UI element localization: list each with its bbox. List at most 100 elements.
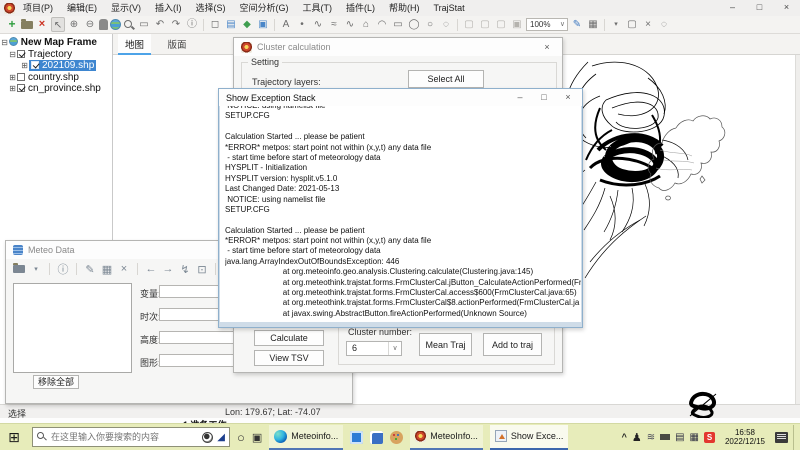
search-input[interactable] [51,432,198,442]
dataset-listbox[interactable] [13,283,132,373]
expand-icon[interactable]: ⊞ [8,72,17,84]
select-feature-icon[interactable]: ◻ [208,17,222,32]
layer-checkbox-checked[interactable] [17,84,25,92]
grid-data-icon[interactable]: ▦ [101,263,113,276]
taskbar-exception-button[interactable]: Show Exce... [490,425,569,450]
cluster-number-combo[interactable]: 6 ∨ [346,341,402,356]
menu-tools[interactable]: 工具(T) [297,0,339,16]
menu-view[interactable]: 显示(V) [105,0,147,16]
calculate-button[interactable]: Calculate [254,330,324,346]
taskbar-search[interactable]: ◢ [32,427,230,447]
circle-shape-icon[interactable]: ◯ [407,17,421,32]
paint-palette-icon[interactable] [390,431,403,444]
redo-icon[interactable]: ↷ [169,17,183,32]
delete-feature-icon[interactable]: × [641,17,655,32]
cortana-button[interactable]: ○ [237,430,245,445]
start-button[interactable]: ⊞ [3,429,25,446]
tree-node-202109[interactable]: ⊞202109.shp [0,60,112,72]
cluster-close-button[interactable]: × [535,39,559,56]
freehand-tool-icon[interactable]: ≈ [327,17,341,32]
tray-app-icon[interactable] [660,434,670,440]
maximize-button[interactable]: □ [746,0,773,16]
label-icon[interactable]: ◆ [240,17,254,32]
menu-trajstat[interactable]: TrajStat [428,0,471,16]
pan-icon[interactable] [99,19,108,30]
menu-help[interactable]: 帮助(H) [383,0,426,16]
remove-all-button[interactable]: 移除全部 [33,375,79,389]
tray-expand-icon[interactable]: ^ [622,432,627,442]
map-scroll-strip[interactable] [795,55,800,404]
draw-icon[interactable]: ✎ [84,263,96,276]
info-icon[interactable]: ⓘ [57,261,69,277]
taskbar-app-icon[interactable] [350,431,363,444]
collapse-icon[interactable]: ⊟ [0,37,9,49]
zoom-level-combo[interactable]: 100%∨ [526,18,568,31]
open-data-icon[interactable] [13,265,25,273]
image-icon[interactable]: ▣ [256,17,270,32]
fit-page-icon[interactable]: ▣ [510,17,524,32]
qq-penguin-icon[interactable]: ♟ [632,431,642,444]
remove-layer-icon[interactable]: × [35,17,49,32]
tree-node-trajectory[interactable]: ⊟Trajectory [0,49,112,61]
exception-minimize-button[interactable]: – [508,89,532,106]
layer-checkbox-unchecked[interactable] [17,73,25,81]
menu-plugins[interactable]: 插件(L) [340,0,381,16]
graphic-input[interactable] [159,354,236,367]
remove-icon[interactable]: × [118,263,130,275]
edit-pencil-icon[interactable]: ✎ [570,17,584,32]
transform-icon[interactable]: ▢ [625,17,639,32]
input-method-icon[interactable]: ▦ [690,432,699,443]
zoom-rectangle-icon[interactable]: ▭ [137,17,151,32]
menu-edit[interactable]: 编辑(E) [61,0,103,16]
tree-node-country[interactable]: ⊞country.shp [0,72,112,84]
dropdown-icon[interactable]: ▾ [609,17,623,32]
minimize-button[interactable]: – [719,0,746,16]
select-tool-icon[interactable]: ↖ [51,17,65,32]
add-layer-icon[interactable]: + [5,17,19,32]
curve-tool-icon[interactable]: ∿ [343,17,357,32]
polygon-shape-icon[interactable]: ◌ [439,17,453,32]
page-icon[interactable]: ▢ [478,17,492,32]
notification-center-icon[interactable] [775,432,788,443]
taskbar-edge-button[interactable]: Meteoinfo... [269,425,343,450]
height-input[interactable] [159,331,236,344]
collapse-icon[interactable]: ⊟ [8,49,17,61]
tree-node-cn-province[interactable]: ⊞cn_province.shp [0,83,112,95]
text-tool-icon[interactable]: A [279,17,293,32]
next-icon[interactable]: → [162,263,174,275]
taskbar-app-icon[interactable] [370,431,383,444]
zoom-out-icon[interactable]: ⊖ [83,17,97,32]
zoom-to-layer-icon[interactable] [123,19,135,31]
close-button[interactable]: × [773,0,800,16]
layer-checkbox-checked[interactable] [31,61,39,69]
exception-maximize-button[interactable]: □ [532,89,556,106]
page-icon[interactable]: ▢ [462,17,476,32]
open-project-icon[interactable] [21,21,33,29]
attribute-table-icon[interactable]: ▤ [224,17,238,32]
ellipse-shape-icon[interactable]: ○ [423,17,437,32]
tab-map[interactable]: 地图 [118,34,151,55]
stop-icon[interactable]: ⊡ [196,263,208,276]
add-to-traj-button[interactable]: Add to traj [483,333,542,356]
taskbar-meteoinfo-button[interactable]: MeteoInfo... [410,425,483,450]
full-extent-icon[interactable] [110,19,121,30]
polyline-tool-icon[interactable]: ∿ [311,17,325,32]
save-edits-icon[interactable]: ▦ [586,17,600,32]
exception-close-button[interactable]: × [556,89,580,106]
sogou-icon[interactable]: S [704,432,715,443]
view-tsv-button[interactable]: View TSV [254,350,324,366]
show-desktop-button[interactable] [793,425,797,450]
taskbar-clock[interactable]: 16:58 2022/12/15 [720,428,770,447]
exception-text-area[interactable]: NOTICE: using namelist file SETUP.CFG Ca… [220,106,581,322]
tree-node-frame[interactable]: ⊟ New Map Frame [0,37,112,49]
expand-icon[interactable]: ⊞ [20,60,29,72]
menu-select[interactable]: 选择(S) [190,0,232,16]
selected-layer[interactable]: 202109.shp [29,60,96,71]
expand-icon[interactable]: ⊞ [8,83,17,95]
keyboard-icon[interactable]: ▤ [675,432,684,443]
mean-traj-button[interactable]: Mean Traj [419,333,472,356]
menu-insert[interactable]: 插入(I) [149,0,188,16]
menu-project[interactable]: 项目(P) [17,0,59,16]
dropdown-icon[interactable]: ▾ [30,265,42,273]
layer-checkbox-checked[interactable] [17,50,25,58]
